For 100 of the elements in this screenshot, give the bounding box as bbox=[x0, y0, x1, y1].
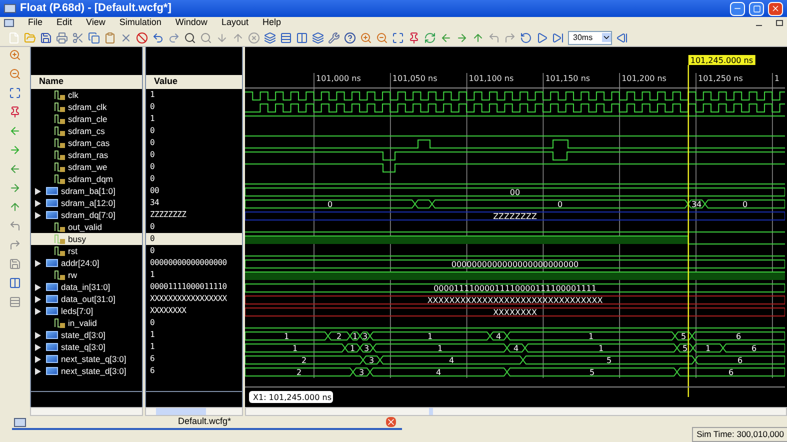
close-circle-icon[interactable] bbox=[248, 32, 260, 44]
minimize-button[interactable] bbox=[730, 2, 745, 16]
run-for-icon[interactable] bbox=[552, 32, 564, 44]
signal-value: 34 bbox=[150, 197, 160, 209]
arrow-up-icon[interactable] bbox=[232, 32, 244, 44]
time-label: 101,050 ns bbox=[392, 74, 438, 83]
signal-name[interactable]: clk bbox=[68, 88, 78, 102]
menu-item[interactable]: Window bbox=[175, 16, 208, 30]
corner-right-icon[interactable] bbox=[9, 239, 21, 251]
signal-name[interactable]: data_out[31:0] bbox=[61, 292, 116, 306]
menu-item[interactable]: Help bbox=[262, 16, 281, 30]
signal-name[interactable]: sdram_dqm bbox=[68, 172, 113, 186]
signal-value: 0 bbox=[150, 125, 155, 137]
arrow-left-icon[interactable] bbox=[440, 32, 452, 44]
signal-name[interactable]: busy bbox=[68, 232, 86, 246]
signal-value: 6 bbox=[150, 365, 155, 377]
zoom-out-icon[interactable] bbox=[9, 68, 21, 80]
menu-item[interactable]: File bbox=[28, 16, 43, 30]
scrollbar[interactable] bbox=[30, 407, 143, 416]
corner-left-icon[interactable] bbox=[488, 32, 500, 44]
delete-icon[interactable] bbox=[120, 32, 132, 44]
rows-icon[interactable] bbox=[280, 32, 292, 44]
save-icon[interactable] bbox=[40, 32, 52, 44]
zoom-out-icon[interactable] bbox=[376, 32, 388, 44]
signal-icon bbox=[54, 222, 65, 232]
arrow-right-icon[interactable] bbox=[9, 144, 21, 156]
step-back-icon[interactable] bbox=[616, 32, 628, 44]
menu-item[interactable]: Simulation bbox=[119, 16, 162, 30]
menu-item[interactable]: Layout bbox=[221, 16, 248, 30]
signal-name[interactable]: state_q[3:0] bbox=[61, 340, 106, 354]
signal-name[interactable]: rst bbox=[68, 244, 78, 258]
refresh-icon[interactable] bbox=[424, 32, 436, 44]
document-tab[interactable]: Default.wcfg* bbox=[12, 416, 402, 430]
redo-icon[interactable] bbox=[168, 32, 180, 44]
clipboard-icon[interactable] bbox=[104, 32, 116, 44]
arrow-up-icon[interactable] bbox=[472, 32, 484, 44]
run-time-field[interactable]: 30ms bbox=[568, 30, 612, 44]
arrow-left-icon[interactable] bbox=[9, 163, 21, 175]
restart-icon[interactable] bbox=[520, 32, 532, 44]
signal-name[interactable]: sdram_clk bbox=[68, 100, 107, 114]
search-icon[interactable] bbox=[200, 32, 212, 44]
signal-name[interactable]: sdram_ba[1:0] bbox=[61, 184, 116, 198]
signal-name[interactable]: rw bbox=[68, 268, 77, 282]
signal-name[interactable]: state_d[3:0] bbox=[61, 328, 106, 342]
expand-icon[interactable] bbox=[35, 260, 41, 266]
signal-name[interactable]: next_state_d[3:0] bbox=[61, 364, 126, 378]
signal-name[interactable]: sdram_we bbox=[68, 160, 108, 174]
scissors-icon[interactable] bbox=[72, 32, 84, 44]
save-icon[interactable] bbox=[9, 258, 21, 270]
arrow-down-icon[interactable] bbox=[216, 32, 228, 44]
signal-name[interactable]: next_state_q[3:0] bbox=[61, 352, 126, 366]
play-icon[interactable] bbox=[536, 32, 548, 44]
arrow-right-icon[interactable] bbox=[9, 182, 21, 194]
arrow-left-icon[interactable] bbox=[9, 125, 21, 137]
close-button[interactable] bbox=[768, 2, 783, 16]
signal-name[interactable]: sdram_cle bbox=[68, 112, 108, 126]
scrollbar[interactable] bbox=[145, 407, 243, 416]
zoom-fit-icon[interactable] bbox=[392, 32, 404, 44]
signal-name[interactable]: leds[7:0] bbox=[61, 304, 94, 318]
signal-icon bbox=[54, 174, 65, 184]
signal-name[interactable]: sdram_ras bbox=[68, 148, 108, 162]
dropdown-icon[interactable] bbox=[602, 33, 611, 42]
column-header[interactable]: Name bbox=[31, 75, 142, 89]
columns-icon[interactable] bbox=[9, 277, 21, 289]
cursor-label[interactable]: 101,245.000 ns bbox=[688, 55, 756, 65]
signal-name[interactable]: in_valid bbox=[68, 316, 97, 330]
signal-name[interactable]: sdram_dq[7:0] bbox=[61, 208, 116, 222]
scrollbar[interactable] bbox=[245, 407, 787, 416]
bus-value: 0 bbox=[327, 200, 333, 209]
printer-icon[interactable] bbox=[56, 32, 68, 44]
corner-right-icon[interactable] bbox=[504, 32, 516, 44]
signal-name[interactable]: sdram_cas bbox=[68, 136, 110, 150]
rows-icon[interactable] bbox=[9, 296, 21, 308]
zoom-in-icon[interactable] bbox=[9, 49, 21, 61]
corner-left-icon[interactable] bbox=[9, 220, 21, 232]
menu-item[interactable]: Edit bbox=[56, 16, 72, 30]
signal-name[interactable]: sdram_a[12:0] bbox=[61, 196, 116, 210]
arrow-right-icon[interactable] bbox=[456, 32, 468, 44]
zoom-fit-icon[interactable] bbox=[9, 87, 21, 99]
restore-button[interactable] bbox=[749, 2, 764, 16]
signal-icon bbox=[54, 102, 65, 112]
zoom-in-icon[interactable] bbox=[360, 32, 372, 44]
marker-icon[interactable] bbox=[408, 32, 420, 44]
menu-item[interactable]: View bbox=[86, 16, 106, 30]
marker-icon[interactable] bbox=[9, 106, 21, 118]
close-tab-icon[interactable] bbox=[386, 417, 396, 427]
undo-icon[interactable] bbox=[152, 32, 164, 44]
signal-name[interactable]: out_valid bbox=[68, 220, 102, 234]
signal-name[interactable]: addr[24:0] bbox=[61, 256, 100, 270]
restore-icon[interactable] bbox=[776, 20, 783, 26]
signal-name[interactable]: sdram_cs bbox=[68, 124, 105, 138]
help-icon[interactable] bbox=[344, 32, 356, 44]
column-header[interactable]: Value bbox=[146, 75, 242, 89]
bus-value: 1 bbox=[350, 344, 356, 353]
ban-icon[interactable] bbox=[136, 32, 148, 44]
columns-icon[interactable] bbox=[296, 32, 308, 44]
wrench-icon[interactable] bbox=[328, 32, 340, 44]
signal-name[interactable]: data_in[31:0] bbox=[61, 280, 110, 294]
copy-icon[interactable] bbox=[88, 32, 100, 44]
arrow-up-icon[interactable] bbox=[9, 201, 21, 213]
